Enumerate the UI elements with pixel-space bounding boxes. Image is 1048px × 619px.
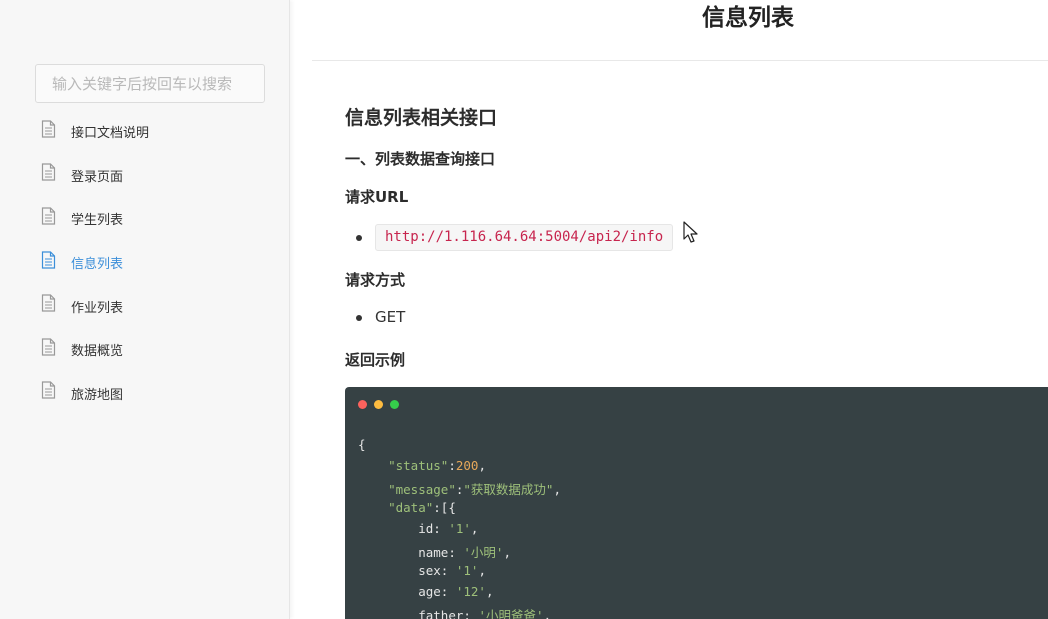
code-block: { "status":200, "message":"获取数据成功", "dat… — [345, 387, 1048, 619]
bullet — [356, 235, 362, 241]
title-divider — [312, 60, 1048, 61]
search-input[interactable] — [35, 64, 265, 103]
section-title: 信息列表相关接口 — [345, 107, 498, 129]
document-icon — [41, 207, 56, 225]
document-icon — [41, 250, 56, 269]
window-minimize-dot — [374, 400, 383, 409]
document-icon — [41, 338, 56, 356]
sidebar-item-info[interactable]: 信息列表 — [0, 241, 290, 285]
page-title: 信息列表 — [702, 5, 794, 31]
code-line: { — [358, 437, 366, 452]
code-line: name: '小明', — [418, 545, 511, 560]
method-heading: 请求方式 — [345, 271, 406, 289]
document-icon — [41, 163, 56, 181]
request-method: GET — [375, 308, 406, 326]
mouse-cursor-icon — [683, 221, 698, 243]
document-icon — [41, 294, 56, 312]
main-content: 信息列表 信息列表相关接口 一、列表数据查询接口 请求URL http://1.… — [290, 0, 1048, 619]
url-heading: 请求URL — [345, 188, 409, 206]
code-line: father: '小明爸爸', — [418, 608, 552, 619]
code-line: age: '12', — [418, 584, 494, 599]
example-heading: 返回示例 — [345, 351, 406, 369]
sidebar-item-homework[interactable]: 作业列表 — [0, 284, 290, 328]
code-line: "data":[{ — [388, 500, 456, 515]
sidebar-item-label: 数据概览 — [71, 344, 124, 360]
sidebar-item-label: 学生列表 — [71, 213, 124, 229]
sidebar-item-label: 旅游地图 — [71, 387, 124, 403]
sidebar-item-label: 信息列表 — [71, 257, 124, 273]
code-line: sex: '1', — [418, 563, 486, 578]
sidebar-item-overview[interactable]: 数据概览 — [0, 328, 290, 372]
sidebar-item-travel-map[interactable]: 旅游地图 — [0, 372, 290, 416]
sidebar-item-login[interactable]: 登录页面 — [0, 154, 290, 198]
document-icon — [41, 381, 56, 399]
sidebar-item-label: 作业列表 — [71, 300, 124, 316]
window-close-dot — [358, 400, 367, 409]
bullet — [356, 315, 362, 321]
sidebar: 接口文档说明 登录页面 学生列表 信息列表 作业列表 数据概览 旅游地图 — [0, 0, 290, 619]
code-line: "status":200, — [388, 458, 486, 473]
code-line: "message":"获取数据成功", — [388, 482, 561, 497]
sidebar-item-api-docs[interactable]: 接口文档说明 — [0, 110, 290, 154]
document-icon — [41, 120, 56, 138]
window-maximize-dot — [390, 400, 399, 409]
sidebar-item-label: 登录页面 — [71, 169, 124, 185]
sidebar-item-label: 接口文档说明 — [71, 126, 150, 142]
sidebar-nav: 接口文档说明 登录页面 学生列表 信息列表 作业列表 数据概览 旅游地图 — [0, 110, 290, 415]
sidebar-item-students[interactable]: 学生列表 — [0, 197, 290, 241]
request-url-code: http://1.116.64.64:5004/api2/info — [375, 224, 674, 251]
code-line: id: '1', — [418, 521, 479, 536]
subsection-title: 一、列表数据查询接口 — [345, 150, 496, 168]
